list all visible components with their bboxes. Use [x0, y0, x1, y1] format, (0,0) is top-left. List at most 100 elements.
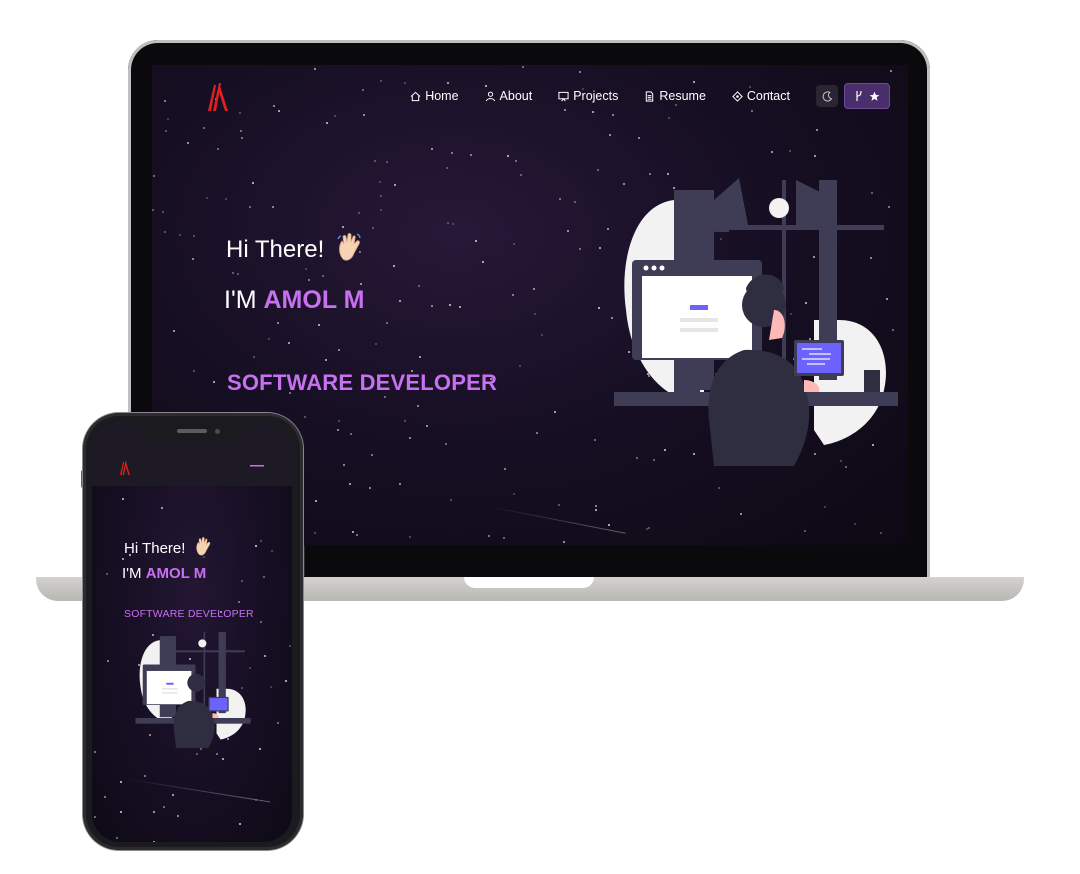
star-dot: [153, 841, 155, 842]
star-dot: [386, 161, 388, 163]
star-dot: [592, 111, 594, 113]
star-dot: [512, 294, 514, 296]
star-dot: [417, 405, 419, 407]
star-dot: [504, 468, 506, 470]
nav-contact[interactable]: Contact: [732, 89, 790, 103]
star-dot: [314, 68, 316, 70]
star-dot: [337, 429, 339, 431]
star-dot: [222, 758, 224, 760]
star-dot: [277, 322, 279, 324]
star-dot: [519, 365, 521, 367]
star-dot: [343, 464, 345, 466]
star-dot: [845, 466, 847, 468]
star-dot: [393, 265, 395, 267]
star-dot: [446, 167, 448, 169]
phone-developer-illustration: [135, 632, 251, 748]
star-dot: [459, 306, 461, 308]
star-dot: [152, 209, 154, 211]
nav-home[interactable]: Home: [410, 89, 459, 103]
hamburger-menu-icon[interactable]: [250, 464, 264, 468]
star-dot: [380, 80, 382, 82]
star-dot: [326, 122, 328, 124]
star-dot: [153, 811, 155, 813]
star-dot: [599, 247, 601, 249]
star-dot: [241, 580, 243, 582]
star-dot: [120, 781, 122, 783]
hero-greeting: Hi There!: [226, 233, 361, 264]
star-dot: [369, 487, 371, 489]
star-dot: [431, 148, 433, 150]
home-icon: [410, 91, 421, 101]
star-dot: [638, 137, 640, 139]
star-dot: [165, 130, 167, 132]
star-dot: [268, 338, 270, 340]
star-dot: [164, 231, 166, 233]
star-dot: [241, 137, 243, 139]
star-dot: [824, 506, 826, 508]
phone-camera: [215, 429, 220, 434]
star-dot: [322, 275, 324, 277]
star-dot: [238, 601, 240, 603]
star-dot: [426, 425, 428, 427]
star-dot: [213, 381, 215, 383]
logo-icon[interactable]: [206, 81, 230, 113]
star-dot: [192, 258, 194, 260]
hero-name: AMOL M: [263, 286, 365, 314]
star-dot: [574, 201, 576, 203]
star-dot: [579, 248, 581, 250]
phone-hero-greeting-text: Hi There!: [124, 540, 186, 557]
star-dot: [880, 532, 882, 534]
star-dot: [163, 806, 165, 808]
nav-home-label: Home: [425, 89, 459, 103]
moon-icon: [822, 90, 832, 101]
star-dot: [350, 433, 352, 435]
theme-toggle-button[interactable]: [816, 85, 838, 107]
laptop-notch: [464, 577, 594, 588]
star-dot: [253, 356, 255, 358]
star-dot: [445, 443, 447, 445]
star-dot: [595, 509, 597, 511]
star-dot: [534, 313, 536, 315]
star-dot: [271, 550, 273, 552]
star-dot: [358, 212, 360, 214]
star-dot: [522, 66, 524, 68]
github-star-button[interactable]: [844, 83, 890, 109]
star-dot: [379, 181, 381, 183]
star-dot: [771, 151, 773, 153]
star-dot: [338, 349, 340, 351]
nav-resume[interactable]: Resume: [644, 89, 706, 103]
star-dot: [362, 89, 364, 91]
star-dot: [740, 513, 742, 515]
star-dot: [173, 330, 175, 332]
star-dot: [167, 118, 169, 120]
star-dot: [450, 499, 452, 501]
phone-hero-name-line: I'M AMOL M: [122, 565, 206, 582]
star-dot: [193, 370, 195, 372]
star-dot: [371, 454, 373, 456]
star-dot: [342, 226, 344, 228]
nav-about-label: About: [499, 89, 533, 103]
nav-projects[interactable]: Projects: [558, 89, 618, 103]
nav-about[interactable]: About: [485, 89, 533, 103]
star-dot: [579, 71, 581, 73]
star-dot: [482, 261, 484, 263]
star-dot: [449, 304, 451, 306]
star-dot: [334, 115, 336, 117]
star-dot: [384, 396, 386, 398]
star-dot: [431, 305, 433, 307]
star-dot: [597, 169, 599, 171]
star-dot: [318, 324, 320, 326]
star-dot: [285, 680, 287, 682]
phone-logo-icon[interactable]: [116, 460, 134, 476]
star-dot: [193, 235, 195, 237]
star-dot: [409, 437, 411, 439]
star-dot: [375, 343, 377, 345]
star-dot: [488, 535, 490, 537]
star-dot: [305, 268, 307, 270]
star-dot: [890, 70, 892, 72]
star-dot: [164, 100, 166, 102]
star-dot: [611, 317, 613, 319]
star-dot: [239, 823, 241, 825]
star-dot: [172, 794, 174, 796]
star-dot: [789, 150, 791, 152]
